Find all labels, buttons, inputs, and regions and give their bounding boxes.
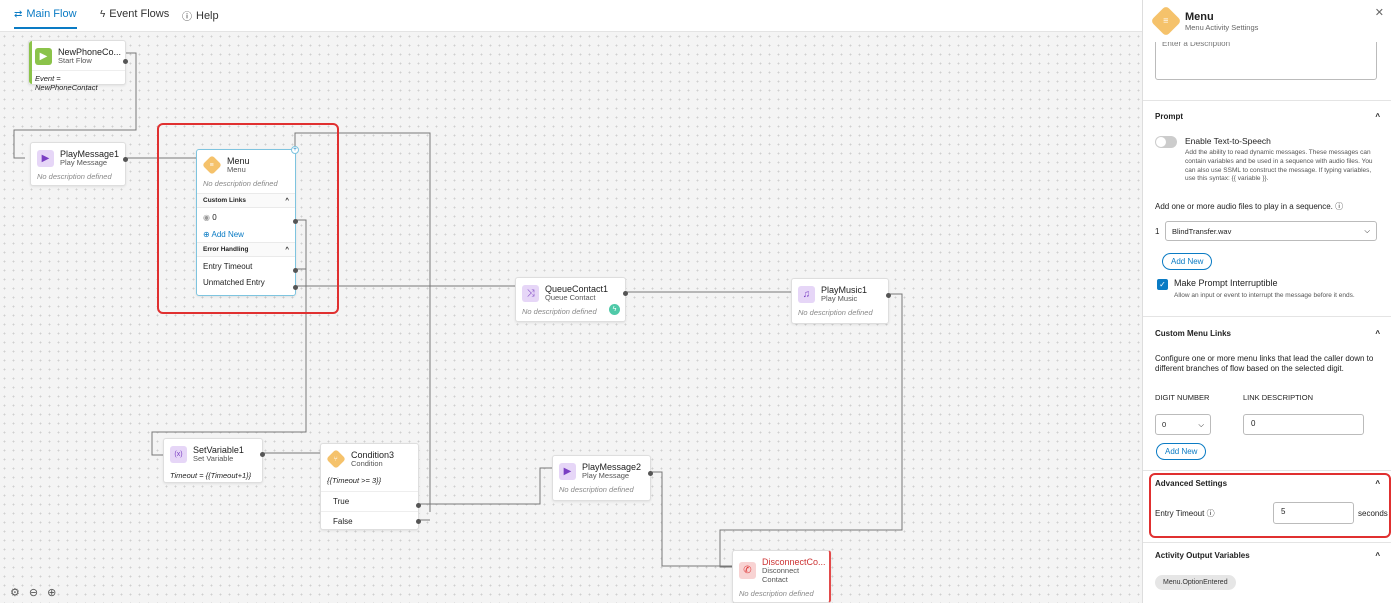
node-playmessage2[interactable]: ▶ PlayMessage2 Play Message No descripti… — [552, 455, 653, 501]
chevron-up-icon: ^ — [1375, 112, 1380, 121]
node-playmessage1[interactable]: ▶ PlayMessage1 Play Message No descripti… — [30, 142, 128, 186]
start-accent — [29, 41, 32, 84]
node-description: No description defined — [798, 307, 873, 317]
node-subtitle: Set Variable — [193, 454, 234, 464]
custom-menu-links-header[interactable]: Custom Menu Links ^ — [1155, 329, 1380, 338]
output-port[interactable] — [648, 471, 653, 476]
audio-files-label: Add one or more audio files to play in a… — [1155, 202, 1344, 211]
tab-bar: ⇄ Main Flow ϟ Event Flows ⓘ Help — [0, 0, 1142, 32]
tab-event-flows[interactable]: ϟ Event Flows — [100, 8, 169, 20]
panel-header: ≡ Menu Menu Activity Settings ✕ — [1143, 0, 1391, 42]
audio-file-select[interactable]: BlindTransfer.wav ⌵ — [1165, 221, 1377, 241]
node-disconnect-contact[interactable]: ✆ DisconnectCo... Disconnect Contact No … — [732, 550, 831, 603]
event-lightning-icon[interactable]: ϟ — [609, 304, 620, 315]
play-icon: ▶ — [559, 462, 576, 480]
interruptible-help: Allow an input or event to interrupt the… — [1174, 292, 1355, 299]
node-subtitle: Play Message — [582, 471, 630, 481]
menu-icon: ≡ — [1150, 5, 1182, 37]
node-condition3[interactable]: ⑂ Condition3 Condition {{Timeout >= 3}} … — [320, 443, 421, 531]
node-description: No description defined — [37, 171, 112, 181]
activity-settings-panel: Enter a Description ≡ Menu Menu Activity… — [1142, 0, 1391, 603]
highlight-box-advanced — [1149, 473, 1391, 538]
node-playmusic1[interactable]: ♫ PlayMusic1 Play Music No description d… — [791, 278, 891, 324]
node-subtitle: Play Music — [821, 294, 858, 304]
node-start-flow[interactable]: ▶ NewPhoneCo... Start Flow Event = NewPh… — [28, 40, 128, 92]
shuffle-icon: ⤨ — [522, 284, 539, 302]
settings-icon[interactable]: ⚙ — [10, 586, 20, 599]
output-port[interactable] — [123, 59, 128, 64]
tts-help: Add the ability to read dynamic messages… — [1185, 149, 1373, 183]
digit-number-select[interactable]: 0 ⌵ — [1155, 414, 1211, 435]
info-icon: ⓘ — [1335, 202, 1344, 211]
zoom-out-icon[interactable]: ⊖ — [29, 586, 38, 599]
flow-designer: ⇄ Main Flow ϟ Event Flows ⓘ Help ▶ NewPh… — [0, 0, 1391, 603]
output-port[interactable] — [886, 293, 891, 298]
tts-toggle[interactable] — [1155, 136, 1177, 148]
node-setvariable1[interactable]: (x) SetVariable1 Set Variable Timeout = … — [163, 438, 265, 483]
close-icon[interactable]: ✕ — [1375, 6, 1384, 19]
zoom-in-icon[interactable]: ⊕ — [47, 586, 56, 599]
node-description: No description defined — [559, 484, 634, 494]
add-menu-link-button[interactable]: Add New — [1156, 443, 1207, 460]
output-variable-chip: Menu.OptionEntered — [1155, 575, 1236, 590]
interruptible-label: Make Prompt Interruptible — [1174, 278, 1278, 288]
node-subtitle: Play Message — [60, 158, 108, 168]
audio-index: 1 — [1155, 227, 1160, 236]
true-branch-row[interactable]: True — [321, 490, 418, 511]
false-branch-row[interactable]: False — [321, 510, 418, 531]
col-digit-number: DIGIT NUMBER — [1155, 393, 1210, 402]
divider — [1143, 470, 1391, 471]
canvas-controls: ⚙ ⊖ ⊕ — [10, 586, 56, 599]
interruptible-checkbox[interactable]: ✓ — [1157, 279, 1168, 290]
chevron-down-icon: ⌵ — [1364, 226, 1370, 235]
node-subtitle: Queue Contact — [545, 293, 596, 303]
start-icon: ▶ — [35, 47, 52, 65]
tts-label: Enable Text-to-Speech — [1185, 136, 1271, 146]
node-queuecontact1[interactable]: ⤨ QueueContact1 Queue Contact No descrip… — [515, 277, 628, 322]
highlight-box-menu — [157, 123, 339, 314]
divider — [1143, 542, 1391, 543]
link-description-input[interactable]: 0 — [1243, 414, 1364, 435]
output-port[interactable] — [623, 291, 628, 296]
help-icon: ⓘ — [182, 12, 192, 23]
node-subtitle: Condition — [351, 459, 383, 469]
col-link-description: LINK DESCRIPTION — [1243, 393, 1314, 402]
node-expression: {{Timeout >= 3}} — [327, 475, 382, 485]
output-port[interactable] — [260, 452, 265, 457]
output-variables-header[interactable]: Activity Output Variables ^ — [1155, 551, 1380, 560]
tab-main-flow[interactable]: ⇄ Main Flow — [14, 8, 77, 29]
prompt-section-header[interactable]: Prompt ^ — [1155, 112, 1380, 121]
custom-links-help: Configure one or more menu links that le… — [1155, 354, 1374, 374]
description-textarea[interactable]: Enter a Description — [1155, 36, 1377, 80]
add-audio-button[interactable]: Add New — [1162, 253, 1213, 270]
branch-icon: ⑂ — [326, 449, 346, 470]
node-subtitle: Start Flow — [58, 56, 92, 66]
chevron-down-icon: ⌵ — [1198, 419, 1204, 429]
lightning-icon: ϟ — [100, 8, 106, 20]
divider — [1143, 100, 1391, 101]
divider — [1143, 316, 1391, 317]
chevron-up-icon: ^ — [1375, 329, 1380, 338]
tab-help[interactable]: ⓘ Help — [182, 8, 219, 24]
node-expression: Event = NewPhoneContact — [29, 69, 125, 97]
music-note-icon: ♫ — [798, 285, 815, 303]
output-port-false[interactable] — [416, 519, 421, 524]
panel-subtitle: Menu Activity Settings — [1185, 22, 1259, 32]
node-description: No description defined — [739, 588, 814, 598]
node-subtitle-2: Contact — [762, 574, 788, 584]
hang-up-icon: ✆ — [739, 562, 756, 580]
variable-icon: (x) — [170, 445, 187, 463]
panel-title: Menu — [1185, 10, 1214, 23]
flow-canvas[interactable]: ▶ NewPhoneCo... Start Flow Event = NewPh… — [0, 32, 1142, 603]
output-port[interactable] — [123, 157, 128, 162]
node-expression: Timeout = {{Timeout+1}} — [170, 470, 252, 480]
chevron-up-icon: ^ — [1375, 551, 1380, 560]
flow-icon: ⇄ — [14, 8, 23, 20]
play-icon: ▶ — [37, 149, 54, 167]
output-port-true[interactable] — [416, 503, 421, 508]
